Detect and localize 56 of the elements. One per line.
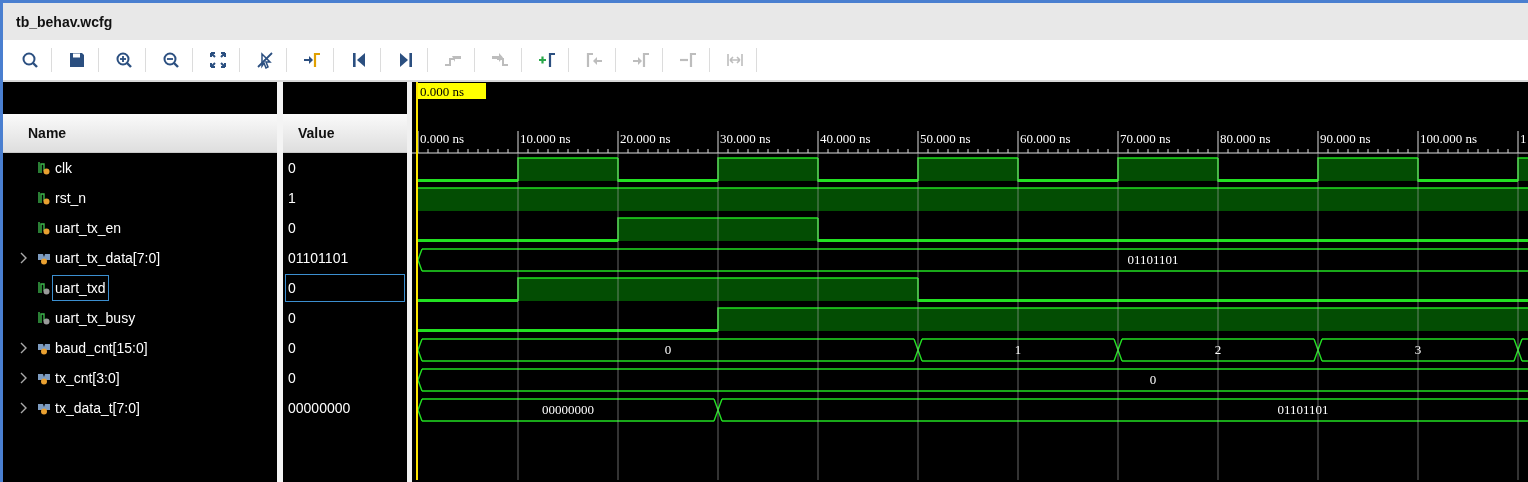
- expand-arrows-icon: [209, 51, 227, 69]
- time-tick-label: 30.000 ns: [720, 131, 771, 146]
- signal-value[interactable]: 0: [285, 214, 405, 242]
- signal-name[interactable]: uart_tx_busy: [52, 305, 139, 331]
- bus-value-label: 1: [1014, 342, 1022, 357]
- signal-value[interactable]: 0: [285, 304, 405, 332]
- signal-value[interactable]: 01101101: [285, 244, 405, 272]
- signal-value[interactable]: 0: [285, 364, 405, 392]
- step-arrow-icon: [491, 51, 509, 69]
- signal-name[interactable]: uart_tx_en: [52, 215, 125, 241]
- bracket-arrow-icon: [585, 51, 603, 69]
- signal-value[interactable]: 00000000: [285, 394, 405, 422]
- time-tick-label: 40.000 ns: [820, 131, 871, 146]
- arrow-bracket-icon: [632, 51, 650, 69]
- plus-bracket-icon: [538, 51, 556, 69]
- signal-name[interactable]: baud_cnt[15:0]: [52, 335, 151, 361]
- bus-value-label: 3: [1414, 342, 1422, 357]
- bus-value-label: 2: [1214, 342, 1222, 357]
- signal-value[interactable]: 1: [285, 184, 405, 212]
- time-tick-label: 50.000 ns: [920, 131, 971, 146]
- signal-name[interactable]: tx_data_t[7:0]: [52, 395, 143, 421]
- value-column-header[interactable]: Value: [283, 114, 407, 153]
- signal-name[interactable]: clk: [52, 155, 76, 181]
- time-tick-label: 70.000 ns: [1120, 131, 1171, 146]
- time-tick-label: 20.000 ns: [620, 131, 671, 146]
- window-title: tb_behav.wcfg: [16, 13, 113, 30]
- signal-name[interactable]: tx_cnt[3:0]: [52, 365, 123, 391]
- time-tick-label: 90.000 ns: [1320, 131, 1371, 146]
- bus-value-label: 01101101: [1277, 402, 1329, 417]
- bus-value-label: 0: [664, 342, 672, 357]
- time-tick-label: 100.000 ns: [1420, 131, 1478, 146]
- signal-name[interactable]: uart_txd: [52, 275, 109, 301]
- double-arrow-icon: [726, 51, 744, 69]
- signal-name[interactable]: uart_tx_data[7:0]: [52, 245, 164, 271]
- search-icon: [21, 51, 39, 69]
- skip-forward-icon: [397, 51, 415, 69]
- zoom-out-icon: [162, 51, 180, 69]
- bus-value-label: 0: [1149, 372, 1157, 387]
- time-tick-label: 1: [1520, 131, 1527, 146]
- signal-name[interactable]: rst_n: [52, 185, 90, 211]
- signal-value[interactable]: 0: [285, 154, 405, 182]
- skip-back-icon: [350, 51, 368, 69]
- crossed-pointer-icon: [256, 51, 274, 69]
- signal-value[interactable]: 0: [285, 274, 405, 302]
- time-tick-label: 60.000 ns: [1020, 131, 1071, 146]
- minus-bracket-icon: [679, 51, 697, 69]
- bus-value-label: 01101101: [1127, 252, 1179, 267]
- zoom-in-icon: [115, 51, 133, 69]
- cursor-time-label: 0.000 ns: [418, 83, 486, 99]
- time-tick-label: 0.000 ns: [420, 131, 465, 146]
- time-tick-label: 10.000 ns: [520, 131, 571, 146]
- arrow-bracket-icon: [303, 51, 321, 69]
- bus-value-label: 00000000: [542, 402, 594, 417]
- name-column-header[interactable]: Name: [3, 114, 277, 153]
- signal-value[interactable]: 0: [285, 334, 405, 362]
- time-tick-label: 80.000 ns: [1220, 131, 1271, 146]
